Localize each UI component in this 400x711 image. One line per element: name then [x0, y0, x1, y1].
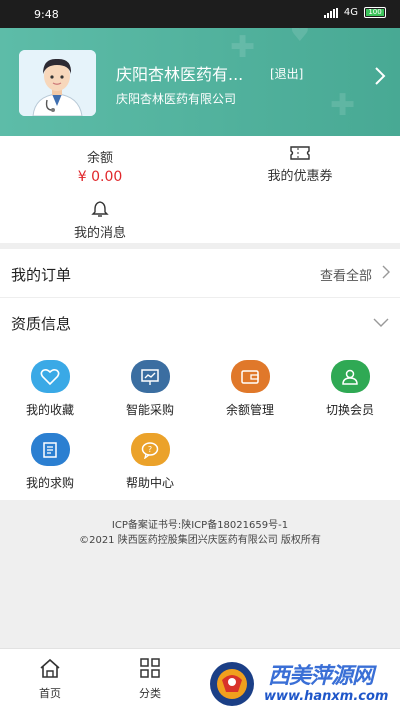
- company-full-name: 庆阳杏林医药有限公司: [116, 92, 237, 106]
- decor-cross-icon: ✚: [330, 88, 356, 123]
- decor-cross-icon: ✚: [230, 30, 256, 65]
- doctor-avatar-icon: [19, 50, 96, 116]
- grid-icon-circle: [330, 360, 370, 393]
- chevron-right-icon[interactable]: [374, 66, 386, 86]
- grid-label: 帮助中心: [125, 476, 174, 490]
- watermark-text: 西美萍源网: [268, 664, 374, 689]
- company-name: 庆阳杏林医药有...: [116, 65, 244, 84]
- qualification-title: 资质信息: [11, 315, 72, 333]
- bell-icon: [91, 201, 109, 217]
- category-grid-icon: [140, 658, 160, 678]
- orders-view-all[interactable]: 查看全部: [320, 265, 372, 284]
- qualification-row[interactable]: 资质信息: [0, 297, 400, 345]
- grid-icon-circle: ?: [130, 433, 170, 466]
- status-indicators: 4G 100: [323, 7, 386, 18]
- grid-label: 余额管理: [225, 403, 274, 417]
- document-edit-icon: [43, 441, 57, 458]
- coupon-label: 我的优惠券: [267, 169, 333, 184]
- logout-button[interactable]: [退出]: [270, 65, 303, 82]
- heart-icon: [40, 368, 60, 385]
- grid-label: 智能采购: [125, 403, 174, 417]
- chevron-right-icon: [382, 265, 390, 279]
- tab-category[interactable]: 分类: [100, 657, 200, 701]
- grid-item-help-center[interactable]: ? 帮助中心: [110, 433, 190, 491]
- grid-icon-circle: [130, 360, 170, 393]
- grid-item-balance-manage[interactable]: 余额管理: [210, 360, 290, 418]
- grid-item-my-requests[interactable]: 我的求购: [10, 433, 90, 491]
- grid-label: 我的求购: [25, 476, 74, 490]
- grid-label: 切换会员: [325, 403, 374, 417]
- battery-icon: 100: [364, 7, 386, 18]
- help-chat-icon: ?: [141, 441, 159, 459]
- watermark-logo-icon: [210, 662, 254, 706]
- coupon-item[interactable]: 我的优惠券: [250, 145, 350, 184]
- status-time: 9:48: [34, 8, 59, 21]
- balance-value: ¥ 0.00: [77, 169, 123, 185]
- messages-label: 我的消息: [73, 226, 126, 241]
- orders-title: 我的订单: [11, 266, 72, 284]
- copyright-text: ©2021 陕西医药控股集团兴庆医药有限公司 版权所有: [79, 535, 321, 546]
- member-switch-icon: [342, 369, 358, 385]
- site-watermark: 西美萍源网 www.hanxm.com: [200, 654, 400, 711]
- tab-label: 分类: [139, 687, 161, 700]
- messages-item[interactable]: 我的消息: [50, 200, 150, 241]
- chart-board-icon: [141, 368, 159, 385]
- profile-header[interactable]: ✚ ✚ ♥ 庆阳杏林医药有... [退出] 庆阳杏林医药有限公司: [0, 28, 400, 136]
- coupon-icon: [290, 146, 310, 160]
- signal-icon: [323, 7, 338, 18]
- grid-label: 我的收藏: [25, 403, 74, 417]
- wallet-icon: [241, 369, 259, 384]
- grid-icon-circle: [30, 360, 70, 393]
- account-panel: 余额 ¥ 0.00 我的优惠券 我的消息: [0, 136, 400, 243]
- home-icon: [40, 658, 60, 678]
- chevron-down-icon[interactable]: [373, 318, 389, 327]
- battery-level: 100: [366, 9, 384, 16]
- orders-row[interactable]: 我的订单 查看全部: [0, 249, 400, 297]
- grid-icon-circle: [230, 360, 270, 393]
- tab-label: 首页: [39, 687, 61, 700]
- status-bar: 9:48 4G 100: [0, 0, 400, 28]
- watermark-url: www.hanxm.com: [264, 689, 389, 704]
- function-grid: 我的收藏 智能采购 余额管理 切换会员 我的求购 ? 帮助中心: [0, 345, 400, 500]
- grid-item-favorites[interactable]: 我的收藏: [10, 360, 90, 418]
- grid-item-smart-purchase[interactable]: 智能采购: [110, 360, 190, 418]
- tab-home[interactable]: 首页: [0, 657, 100, 701]
- avatar[interactable]: [19, 50, 96, 116]
- footer-info: ICP备案证书号:陕ICP备18021659号-1 ©2021 陕西医药控股集团…: [0, 518, 400, 548]
- icp-text: ICP备案证书号:陕ICP备18021659号-1: [111, 520, 289, 531]
- svg-text:?: ?: [148, 445, 152, 454]
- grid-icon-circle: [30, 433, 70, 466]
- network-type: 4G: [343, 7, 358, 18]
- grid-item-switch-member[interactable]: 切换会员: [310, 360, 390, 418]
- balance-label: 余额: [86, 151, 113, 166]
- balance-item[interactable]: 余额 ¥ 0.00: [50, 147, 150, 185]
- decor-heart-icon: ♥: [290, 28, 310, 47]
